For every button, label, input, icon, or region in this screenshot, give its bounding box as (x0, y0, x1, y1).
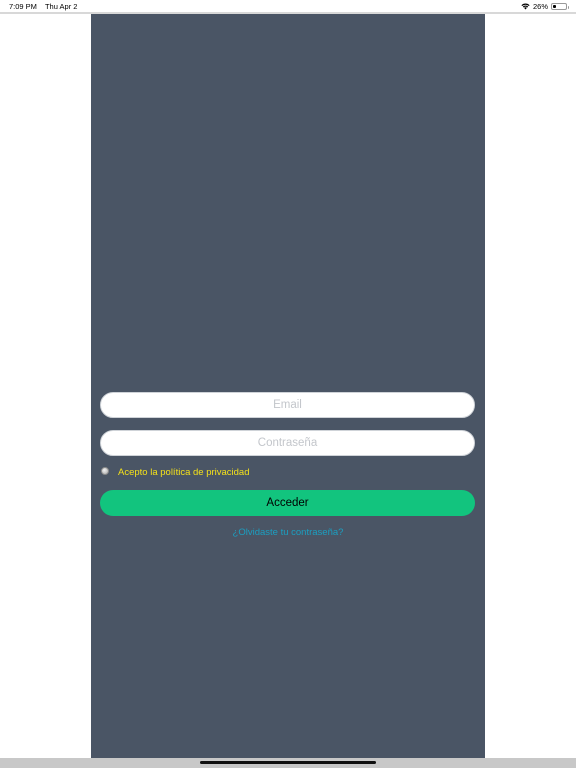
privacy-label: Acepto la política de privacidad (118, 467, 250, 478)
privacy-radio[interactable] (101, 467, 109, 475)
battery-icon (551, 3, 569, 10)
status-left: 7:09 PM Thu Apr 2 (9, 2, 77, 11)
password-field[interactable] (101, 431, 474, 455)
status-time: 7:09 PM (9, 2, 37, 11)
battery-percent: 26% (532, 2, 548, 11)
forgot-password-link[interactable]: ¿Olvidaste tu contraseña? (91, 527, 485, 538)
status-right: 26% (521, 2, 569, 11)
email-field[interactable] (101, 393, 474, 417)
login-button[interactable]: Acceder (100, 490, 475, 516)
battery-fill (553, 5, 556, 8)
login-panel: Acepto la política de privacidad Acceder… (91, 14, 485, 758)
privacy-consent-row[interactable]: Acepto la política de privacidad (101, 467, 250, 478)
wifi-icon (521, 3, 530, 10)
home-indicator[interactable] (200, 761, 376, 764)
status-date: Thu Apr 2 (44, 2, 78, 11)
bottom-bar (0, 758, 576, 768)
email-field-container (100, 392, 475, 418)
password-field-container (100, 430, 475, 456)
